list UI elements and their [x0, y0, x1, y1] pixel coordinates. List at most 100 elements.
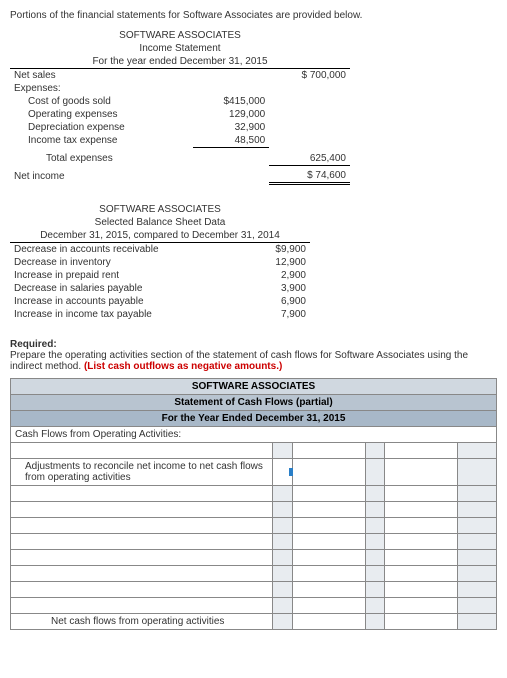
ws-cell[interactable]	[385, 486, 458, 502]
ws-cell[interactable]	[458, 459, 497, 486]
ws-cell[interactable]	[273, 486, 292, 502]
ws-cell[interactable]	[365, 486, 384, 502]
bs-row-label: Decrease in salaries payable	[10, 282, 249, 295]
ws-title: Statement of Cash Flows (partial)	[11, 395, 497, 411]
ws-cell[interactable]	[11, 582, 273, 598]
ws-cell[interactable]	[458, 566, 497, 582]
ws-cell[interactable]	[365, 566, 384, 582]
ws-cell[interactable]	[365, 598, 384, 614]
ws-adjustments-label: Adjustments to reconcile net income to n…	[11, 459, 273, 486]
ws-cell[interactable]	[458, 614, 497, 630]
ws-cell[interactable]	[11, 486, 273, 502]
ws-cell[interactable]	[273, 614, 292, 630]
ws-cell[interactable]	[292, 614, 365, 630]
expenses-label: Expenses:	[10, 82, 193, 95]
ws-cell[interactable]	[458, 534, 497, 550]
ws-cell[interactable]	[385, 614, 458, 630]
bs-row-value: 6,900	[249, 295, 310, 308]
bs-row-value: 3,900	[249, 282, 310, 295]
ws-cell[interactable]	[273, 502, 292, 518]
ws-cell[interactable]	[365, 614, 384, 630]
ws-input-cell[interactable]	[11, 443, 273, 459]
ws-cell[interactable]	[292, 486, 365, 502]
ws-cell[interactable]	[292, 502, 365, 518]
ws-cell[interactable]	[11, 518, 273, 534]
ws-cell[interactable]	[385, 518, 458, 534]
dep-value: 32,900	[193, 121, 270, 134]
ws-cell[interactable]	[365, 443, 384, 459]
net-sales-label: Net sales	[10, 69, 193, 83]
ws-cell[interactable]	[273, 566, 292, 582]
ws-cell[interactable]	[292, 443, 365, 459]
cogs-value: $415,000	[193, 95, 270, 108]
net-sales-value: $ 700,000	[269, 69, 350, 83]
is-period: For the year ended December 31, 2015	[10, 55, 350, 69]
bs-row-value: 12,900	[249, 256, 310, 269]
ws-cell[interactable]	[385, 582, 458, 598]
ws-cell[interactable]	[385, 443, 458, 459]
ws-cell[interactable]	[292, 518, 365, 534]
ws-cell[interactable]	[292, 459, 365, 486]
dep-label: Depreciation expense	[10, 121, 193, 134]
ws-cell[interactable]	[458, 598, 497, 614]
ws-cell[interactable]	[458, 550, 497, 566]
total-exp-value: 625,400	[269, 152, 350, 166]
ws-net-cash-label: Net cash flows from operating activities	[11, 614, 273, 630]
ws-cell[interactable]	[365, 459, 384, 486]
bs-row-label: Increase in income tax payable	[10, 308, 249, 321]
ws-cell[interactable]	[458, 582, 497, 598]
ws-cell[interactable]	[458, 443, 497, 459]
ws-cell[interactable]	[365, 518, 384, 534]
ws-cell[interactable]	[11, 598, 273, 614]
required-note: (List cash outflows as negative amounts.…	[84, 361, 282, 372]
worksheet: SOFTWARE ASSOCIATES Statement of Cash Fl…	[10, 378, 497, 630]
ws-cell[interactable]	[365, 502, 384, 518]
ws-cell[interactable]	[11, 550, 273, 566]
bs-row-label: Decrease in inventory	[10, 256, 249, 269]
balance-sheet-section: SOFTWARE ASSOCIATES Selected Balance She…	[10, 203, 497, 321]
ws-cell[interactable]	[365, 534, 384, 550]
net-income-label: Net income	[10, 169, 193, 184]
ws-cell[interactable]	[273, 443, 292, 459]
tax-label: Income tax expense	[10, 134, 193, 148]
ws-cell[interactable]	[385, 598, 458, 614]
tax-value: 48,500	[193, 134, 270, 148]
ws-cell[interactable]	[458, 486, 497, 502]
bs-row-value: 7,900	[249, 308, 310, 321]
ws-cell[interactable]	[385, 566, 458, 582]
ws-cell[interactable]	[273, 534, 292, 550]
ws-period: For the Year Ended December 31, 2015	[11, 411, 497, 427]
is-title: Income Statement	[10, 42, 350, 55]
ws-cell[interactable]	[11, 502, 273, 518]
bs-row-label: Decrease in accounts receivable	[10, 243, 249, 257]
opex-value: 129,000	[193, 108, 270, 121]
income-statement: SOFTWARE ASSOCIATES Income Statement For…	[10, 29, 497, 185]
ws-cell[interactable]	[292, 598, 365, 614]
required-block: Required: Prepare the operating activiti…	[10, 339, 497, 372]
ws-cell[interactable]	[385, 459, 458, 486]
ws-cell[interactable]	[385, 550, 458, 566]
ws-cell[interactable]	[385, 534, 458, 550]
bs-row-value: $9,900	[249, 243, 310, 257]
ws-active-cell[interactable]	[273, 459, 292, 486]
bs-row-value: 2,900	[249, 269, 310, 282]
bs-company: SOFTWARE ASSOCIATES	[10, 203, 310, 216]
ws-cell[interactable]	[458, 518, 497, 534]
ws-cell[interactable]	[273, 582, 292, 598]
ws-cell[interactable]	[11, 534, 273, 550]
ws-cell[interactable]	[273, 598, 292, 614]
ws-cell[interactable]	[458, 502, 497, 518]
ws-cell[interactable]	[11, 566, 273, 582]
required-label: Required:	[10, 339, 57, 350]
ws-cell[interactable]	[292, 566, 365, 582]
ws-cell[interactable]	[292, 550, 365, 566]
ws-cell[interactable]	[365, 550, 384, 566]
ws-cell[interactable]	[273, 550, 292, 566]
ws-cell[interactable]	[385, 502, 458, 518]
ws-cell[interactable]	[292, 582, 365, 598]
ws-company: SOFTWARE ASSOCIATES	[11, 379, 497, 395]
ws-cell[interactable]	[365, 582, 384, 598]
ws-section-label: Cash Flows from Operating Activities:	[11, 427, 497, 443]
ws-cell[interactable]	[273, 518, 292, 534]
ws-cell[interactable]	[292, 534, 365, 550]
